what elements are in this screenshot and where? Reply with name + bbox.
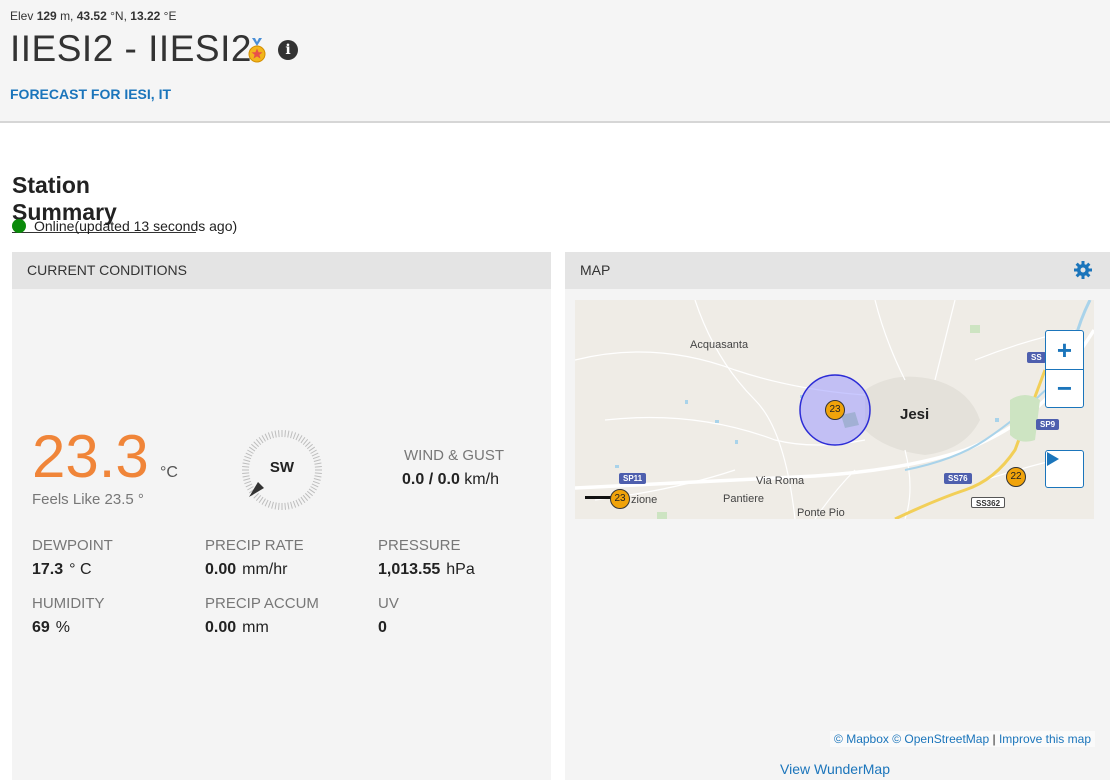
status-text: Online(updated 13 seconds ago): [34, 218, 238, 234]
map-attribution: © Mapbox © OpenStreetMap | Improve this …: [830, 731, 1095, 747]
latitude-value: 43.52: [76, 9, 107, 23]
stat-label: UV: [378, 595, 399, 612]
stat-value: 0.00: [205, 561, 237, 578]
stat-value: 69: [32, 619, 50, 636]
map-label-ponte-pio: Ponte Pio: [797, 507, 845, 519]
road-shield: SS76: [944, 473, 972, 484]
station-marker[interactable]: 22: [1006, 467, 1026, 487]
page-title: IIESI2 - IIESI2: [10, 28, 252, 69]
stat-value: 17.3: [32, 561, 64, 578]
wind-unit: km/h: [464, 471, 499, 488]
current-conditions-panel: CURRENT CONDITIONS 23.3 °C Feels Like 23…: [12, 252, 551, 780]
improve-map-link[interactable]: Improve this map: [999, 732, 1091, 746]
stat-unit: %: [55, 619, 71, 636]
elev-label: Elev: [10, 9, 34, 23]
online-status-icon: [12, 219, 26, 233]
stat-label: DEWPOINT: [32, 537, 113, 554]
map-label-via-roma: Via Roma: [756, 475, 805, 487]
current-conditions-heading: CURRENT CONDITIONS: [12, 252, 551, 289]
openstreetmap-link[interactable]: © OpenStreetMap: [892, 732, 989, 746]
map-heading: MAP: [580, 262, 611, 278]
zoom-in-button[interactable]: +: [1046, 331, 1083, 369]
road-shield: SP11: [619, 473, 647, 484]
stat-value-row: 69%: [32, 619, 105, 637]
stat-dewpoint: DEWPOINT 17.3 ° C: [32, 537, 113, 579]
station-status: Online(updated 13 seconds ago): [12, 218, 237, 234]
gear-icon[interactable]: [1074, 261, 1092, 279]
stat-value: 0.00: [205, 619, 237, 636]
stat-value-row: 0: [378, 619, 399, 637]
temperature-unit: °C: [160, 464, 178, 481]
wind-gust: / 0.0: [428, 471, 460, 488]
play-button[interactable]: [1045, 450, 1084, 488]
map-panel-header: MAP: [565, 252, 1110, 289]
station-marker[interactable]: 23: [825, 400, 845, 420]
stat-unit: ° C: [69, 561, 92, 578]
elev-unit: m,: [60, 9, 74, 23]
stat-precip-accum: PRECIP ACCUM 0.00 mm: [205, 595, 319, 637]
feels-like: Feels Like 23.5 °: [32, 491, 144, 508]
map-label-zione: zione: [631, 494, 658, 506]
info-icon[interactable]: i: [278, 40, 298, 60]
road-shield: SS362: [971, 497, 1006, 508]
stat-uv: UV 0: [378, 595, 399, 637]
stat-label: PRECIP RATE: [205, 537, 304, 554]
zoom-controls: + −: [1045, 330, 1084, 408]
view-wundermap-link[interactable]: View WunderMap: [780, 761, 890, 777]
stat-unit: hPa: [446, 561, 475, 578]
map-label-jesi: Jesi: [900, 406, 930, 423]
mapbox-link[interactable]: © Mapbox: [834, 732, 889, 746]
road-shield: SS: [1027, 352, 1046, 363]
station-location: Elev 129 m, 43.52 °N, 13.22 °E: [10, 9, 176, 23]
stat-label: HUMIDITY: [32, 595, 105, 612]
wind-gust-value: 0.0 / 0.0 km/h: [402, 471, 499, 489]
attribution-separator: |: [992, 732, 996, 746]
wind-speed: 0.0: [402, 471, 425, 488]
stat-label: PRECIP ACCUM: [205, 595, 319, 612]
road-shield: SP9: [1036, 419, 1060, 430]
stat-value-row: 0.00 mm: [205, 619, 319, 637]
stat-value-row: 17.3 ° C: [32, 561, 113, 579]
stat-pressure: PRESSURE 1,013.55 hPa: [378, 537, 475, 579]
station-header: Elev 129 m, 43.52 °N, 13.22 °E IIESI2 - …: [0, 0, 1110, 123]
longitude-value: 13.22: [130, 9, 161, 23]
wind-gust-label: WIND & GUST: [404, 447, 504, 464]
stat-value-row: 0.00 mm/hr: [205, 561, 304, 579]
stat-value-row: 1,013.55 hPa: [378, 561, 475, 579]
station-marker[interactable]: 23: [610, 489, 630, 509]
longitude-unit: °E: [163, 9, 177, 23]
stat-unit: mm: [242, 619, 269, 636]
latitude-unit: °N,: [110, 9, 127, 23]
wind-direction: SW: [269, 459, 295, 476]
stat-value: 0: [378, 619, 387, 636]
station-map[interactable]: Acquasanta Jesi Via Roma Pantiere Ponte …: [575, 300, 1094, 519]
map-panel: MAP Acquasanta Jesi Via Roma Pantiere Po…: [565, 252, 1110, 780]
elev-value: 129: [36, 9, 57, 23]
forecast-link[interactable]: FORECAST FOR IESI, IT: [10, 86, 171, 102]
stat-precip-rate: PRECIP RATE 0.00 mm/hr: [205, 537, 304, 579]
stat-label: PRESSURE: [378, 537, 461, 554]
map-label-pantiere: Pantiere: [723, 493, 764, 505]
stat-unit: mm/hr: [242, 561, 288, 578]
temperature-value: 23.3: [32, 423, 149, 490]
stat-value: 1,013.55: [378, 561, 441, 578]
stat-humidity: HUMIDITY 69%: [32, 595, 105, 637]
play-icon: [1047, 452, 1059, 466]
medal-icon[interactable]: [248, 38, 266, 64]
zoom-out-button[interactable]: −: [1046, 369, 1083, 407]
map-label-acquasanta: Acquasanta: [690, 339, 749, 351]
